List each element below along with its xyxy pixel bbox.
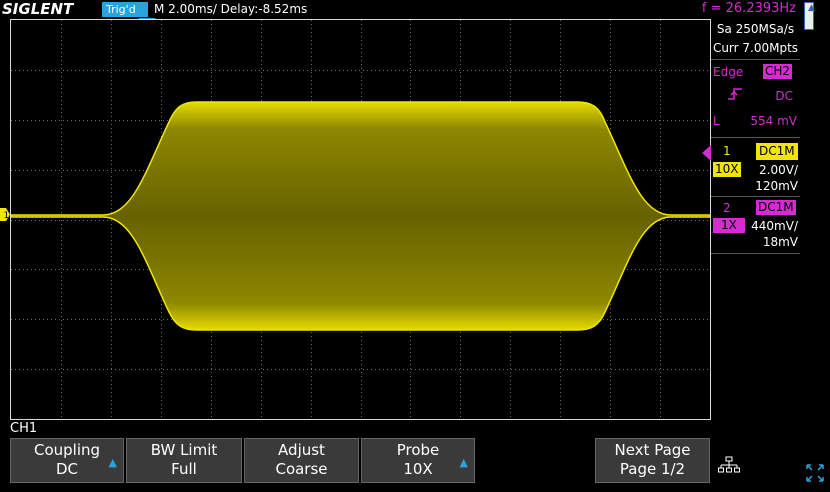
- ch1-offset: 120mV: [755, 179, 798, 193]
- trigger-status-badge: Trig'd: [102, 2, 148, 17]
- ch2-number: 2: [723, 201, 731, 215]
- brand-logo: SIGLENT: [2, 0, 74, 18]
- waveform-display[interactable]: [10, 19, 711, 420]
- trigger-type: Edge: [713, 65, 744, 79]
- ch1-coupling: DC1M: [756, 143, 798, 160]
- adjust-value: Coarse: [275, 460, 328, 478]
- ch2-coupling: DC1M: [756, 200, 796, 215]
- bw-limit-value: Full: [171, 460, 197, 478]
- top-status-bar: SIGLENT Trig'd M 2.00ms/ Delay:-8.52ms f…: [0, 0, 830, 19]
- probe-cycle-icon: ▲: [459, 456, 468, 469]
- probe-softkey[interactable]: Probe 10X ▲: [361, 438, 475, 483]
- coupling-softkey[interactable]: Coupling DC ▲: [10, 438, 124, 483]
- scroll-up-icon[interactable]: ▲: [808, 3, 815, 13]
- ch2-scale: 440mV/: [751, 219, 798, 233]
- coupling-label: Coupling: [33, 441, 101, 459]
- ch1-offset-marker[interactable]: 1: [0, 208, 10, 221]
- ch1-scale: 2.00V/: [759, 163, 798, 177]
- bw-limit-label: BW Limit: [150, 441, 218, 459]
- adjust-softkey[interactable]: Adjust Coarse: [244, 438, 359, 483]
- panel-scrollbar[interactable]: ▲: [800, 0, 830, 492]
- next-page-softkey[interactable]: Next Page Page 1/2: [595, 438, 710, 483]
- coupling-value: DC: [55, 460, 79, 478]
- sample-rate: Sa 250MSa/s: [716, 22, 795, 36]
- timebase-readout[interactable]: M 2.00ms/ Delay:-8.52ms: [154, 2, 307, 17]
- frequency-readout: f = 26.2393Hz: [701, 1, 796, 16]
- memory-depth: Curr 7.00Mpts: [712, 41, 799, 55]
- trigger-level-marker[interactable]: [702, 145, 711, 161]
- probe-label: Probe: [396, 441, 440, 459]
- coupling-cycle-icon: ▲: [108, 456, 117, 469]
- waveform-graticule: [11, 20, 710, 419]
- ch1-number: 1: [723, 144, 731, 158]
- trigger-level-value: 554 mV: [750, 114, 797, 128]
- softkey-menu: CH1 Coupling DC ▲ BW Limit Full Adjust C…: [0, 420, 830, 492]
- bw-limit-softkey[interactable]: BW Limit Full: [126, 438, 242, 483]
- ch1-waveform-envelope: [11, 101, 710, 331]
- network-icon[interactable]: [718, 456, 740, 474]
- trigger-source: CH2: [763, 64, 793, 79]
- adjust-label: Adjust: [278, 441, 325, 459]
- info-panel: Sa 250MSa/s Curr 7.00Mpts Edge CH2 DC L …: [711, 19, 800, 420]
- probe-value: 10X: [403, 460, 433, 478]
- trigger-coupling: DC: [775, 89, 793, 103]
- menu-title: CH1: [10, 421, 38, 436]
- ch1-marker-label: 1: [4, 211, 10, 221]
- expand-icon[interactable]: [806, 464, 824, 482]
- next-page-label: Next Page: [614, 441, 691, 459]
- ch2-offset: 18mV: [762, 235, 798, 249]
- next-page-value: Page 1/2: [619, 460, 686, 478]
